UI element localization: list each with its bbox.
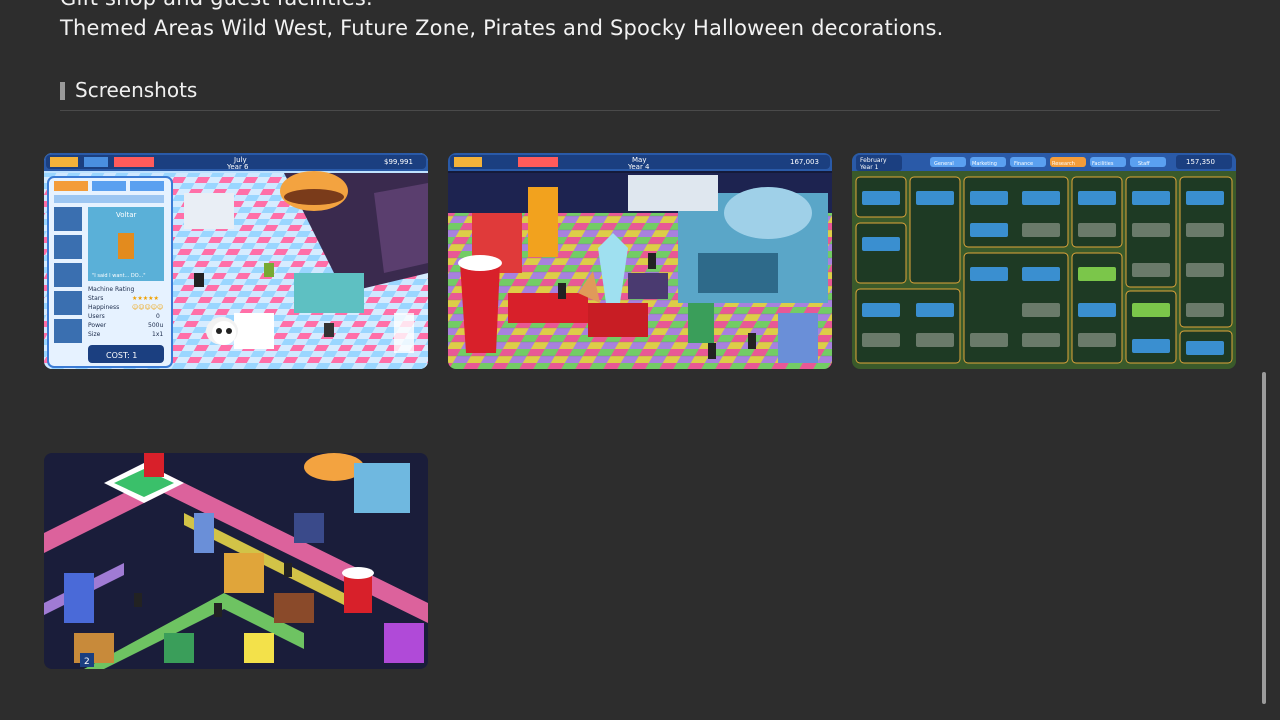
screenshot-2-image: May Year 4 167,003 — [448, 153, 832, 369]
screenshot-1-image: July Year 6 $99,991 Voltar "I said I wan… — [44, 153, 428, 369]
vertical-scrollbar[interactable] — [1262, 372, 1266, 704]
screenshot-4-image: 2 — [44, 453, 428, 669]
hud-year-label: Year 4 — [627, 163, 650, 171]
hud-month-label: February — [860, 157, 887, 164]
hud-year-label: Year 1 — [859, 164, 879, 171]
tab-general: General — [934, 161, 954, 167]
stat-label-stars: Stars — [88, 295, 103, 302]
hud-money-label: $99,991 — [384, 158, 413, 166]
stat-value-users: 0 — [156, 313, 160, 320]
description-line-cut: Gift shop and guest facilities. — [60, 0, 373, 10]
hud-money-label: 167,003 — [790, 158, 819, 166]
cost-label: COST: 1 — [106, 351, 137, 360]
hud-money-label: 157,350 — [1186, 158, 1215, 166]
tab-staff: Staff — [1138, 161, 1150, 167]
screenshots-page: Gift shop and guest facilities. Themed A… — [0, 0, 1280, 720]
screenshot-thumbnail-2[interactable]: May Year 4 167,003 — [448, 153, 832, 369]
stat-label-power: Power — [88, 322, 107, 329]
tab-facilities: Facilities — [1092, 161, 1114, 167]
description-line: Themed Areas Wild West, Future Zone, Pir… — [60, 16, 944, 40]
panel-name: Voltar — [116, 211, 137, 219]
stat-value-happiness: ☺☺☺☺☺ — [132, 304, 163, 311]
rating-label: Machine Rating — [88, 286, 135, 293]
stat-value-power: 500u — [148, 322, 163, 329]
screenshots-section-header: Screenshots — [60, 78, 1220, 111]
stat-label-users: Users — [88, 313, 105, 320]
screenshot-3-image: February Year 1 General Marketing Financ… — [852, 153, 1236, 369]
stat-label-happiness: Happiness — [88, 304, 119, 311]
screenshot-thumbnail-4[interactable]: 2 — [44, 453, 428, 669]
section-accent-bar — [60, 82, 65, 100]
stat-value-stars: ★★★★★ — [132, 295, 159, 302]
hud-year-label: Year 6 — [226, 163, 249, 171]
screenshot-thumbnail-3[interactable]: February Year 1 General Marketing Financ… — [852, 153, 1236, 369]
section-title: Screenshots — [75, 78, 198, 102]
stat-label-size: Size — [88, 331, 101, 338]
tab-marketing: Marketing — [972, 161, 997, 167]
screenshot-thumbnail-1[interactable]: July Year 6 $99,991 Voltar "I said I wan… — [44, 153, 428, 369]
panel-quote: "I said I want... DO..." — [92, 273, 146, 279]
badge-number: 2 — [84, 657, 90, 667]
tab-finance: Finance — [1014, 161, 1033, 167]
stat-value-size: 1x1 — [152, 331, 163, 338]
tab-research: Research — [1052, 161, 1075, 167]
